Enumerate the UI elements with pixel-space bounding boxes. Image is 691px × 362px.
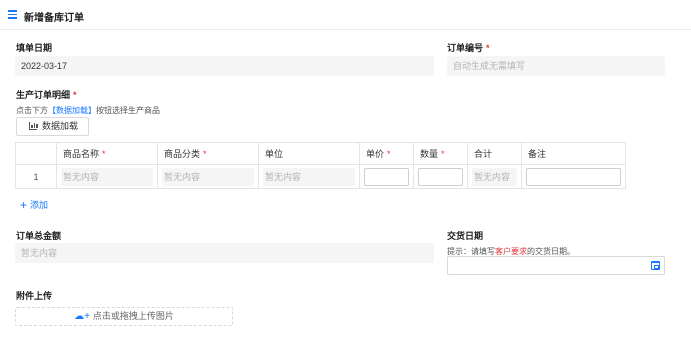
menu-icon[interactable]	[8, 10, 17, 19]
order-detail-table: 商品名称 * 商品分类 * 单位 单价 * 数量 * 合计 备注 1 暂无内容 暂无内容…	[15, 142, 626, 189]
name-cell[interactable]: 暂无内容	[61, 167, 153, 186]
order-no-field: 自动生成无需填写	[447, 56, 665, 76]
category-cell[interactable]: 暂无内容	[162, 167, 254, 186]
delivery-date-input[interactable]	[447, 256, 665, 275]
column-header-note: 备注	[521, 142, 626, 165]
calendar-icon[interactable]	[651, 261, 660, 270]
total-amount-field: 暂无内容	[15, 243, 434, 263]
bar-chart-icon	[29, 122, 38, 130]
page-title: 新增备库订单	[24, 13, 84, 24]
table-row: 1 暂无内容 暂无内容 暂无内容 暂无内容	[15, 164, 626, 189]
fill-date-field[interactable]: 2022-03-17	[15, 56, 434, 76]
cloud-upload-icon: ☁+	[74, 311, 90, 322]
delivery-date-label: 交货日期	[447, 231, 484, 241]
upload-dropzone[interactable]: ☁+ 点击或拖拽上传图片	[15, 307, 233, 326]
add-row-button[interactable]: + 添加	[20, 198, 48, 212]
details-label: 生产订单明细 *	[16, 90, 77, 100]
column-header-name: 商品名称 *	[56, 142, 158, 165]
note-input[interactable]	[526, 167, 621, 186]
table-header-row: 商品名称 * 商品分类 * 单位 单价 * 数量 * 合计 备注	[15, 142, 626, 165]
price-input[interactable]	[364, 167, 409, 186]
column-header-qty: 数量 *	[413, 142, 468, 165]
page-header: 新增备库订单	[0, 0, 691, 30]
column-header-total: 合计	[467, 142, 522, 165]
column-header-unit: 单位	[258, 142, 360, 165]
total-amount-label: 订单总金额	[16, 231, 62, 241]
attachment-label: 附件上传	[16, 291, 53, 301]
qty-input[interactable]	[418, 167, 463, 186]
column-header-index	[15, 142, 57, 165]
details-hint: 点击下方【数据加载】按钮选择生产商品	[16, 106, 160, 115]
column-header-price: 单价 *	[359, 142, 414, 165]
total-cell: 暂无内容	[472, 167, 517, 186]
unit-cell[interactable]: 暂无内容	[263, 167, 355, 186]
data-load-button[interactable]: 数据加载	[16, 117, 89, 136]
row-index: 1	[15, 164, 57, 189]
plus-icon: +	[20, 198, 28, 212]
order-no-label: 订单编号 *	[447, 43, 490, 53]
fill-date-label: 填单日期	[16, 43, 53, 53]
column-header-category: 商品分类 *	[157, 142, 259, 165]
